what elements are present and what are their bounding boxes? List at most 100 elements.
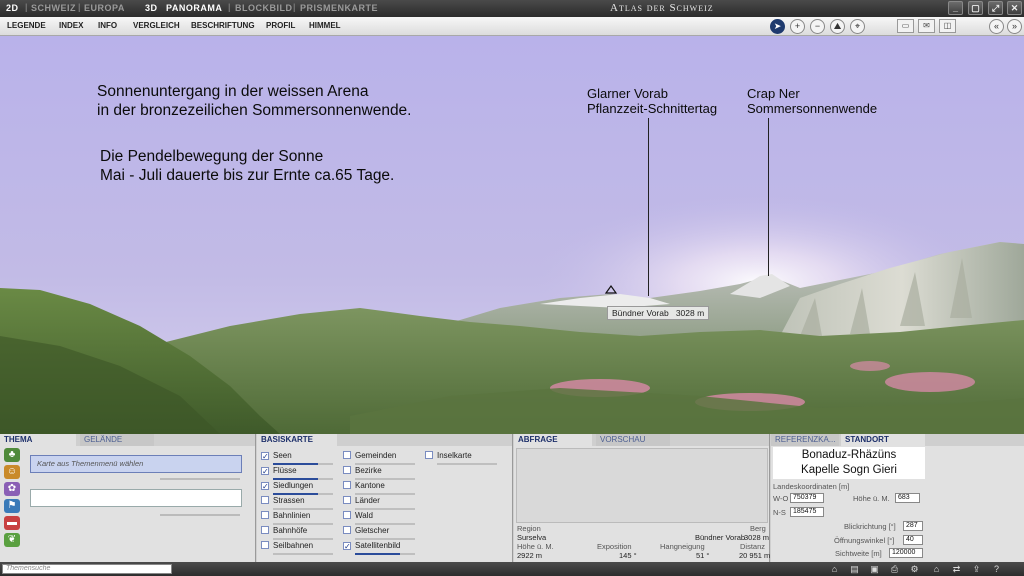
checkbox-icon[interactable] [261, 511, 269, 519]
sichtweite-input[interactable]: 120000 [889, 548, 923, 558]
layer-option[interactable]: Seilbahnen [261, 540, 313, 552]
tab-thema[interactable]: THEMA [0, 434, 76, 446]
layer-option[interactable]: Bahnhöfe [261, 525, 307, 537]
mode-blockbild[interactable]: BLOCKBILD [235, 3, 293, 13]
zoom-out-icon[interactable]: − [810, 19, 825, 34]
theme-map-slot-2[interactable] [30, 489, 242, 507]
tab-referenzkarte[interactable]: REFERENZKA... [771, 434, 839, 446]
layer-option[interactable]: Wald [343, 510, 373, 522]
help-icon[interactable]: ? [990, 563, 1003, 575]
checkbox-icon[interactable] [343, 466, 351, 474]
export-icon[interactable]: ⇪ [970, 563, 983, 575]
back-icon[interactable]: « [989, 19, 1004, 34]
layer-option[interactable]: Bezirke [343, 465, 382, 477]
checkbox-icon[interactable] [261, 526, 269, 534]
terrain-icon[interactable]: ⛰ [830, 19, 845, 34]
theme-slider[interactable] [160, 514, 240, 516]
region-value: Surselva [517, 533, 547, 542]
layout-icon[interactable]: ▭ [897, 19, 914, 33]
menu-beschriftung[interactable]: BESCHRIFTUNG [191, 21, 255, 30]
wo-input[interactable]: 750379 [790, 493, 824, 503]
minimize-icon[interactable]: _ [948, 1, 963, 15]
mode-2d[interactable]: 2D [6, 3, 19, 13]
layer-option[interactable]: Länder [343, 495, 380, 507]
app-title: Atlas der Schweiz [610, 2, 714, 14]
layer-option[interactable]: ✓ Satellitenbild [343, 540, 400, 552]
tab-vorschau[interactable]: VORSCHAU [596, 434, 670, 446]
checkbox-checked-icon[interactable]: ✓ [261, 482, 269, 491]
checkbox-checked-icon[interactable]: ✓ [261, 467, 269, 476]
tab-abfrage[interactable]: ABFRAGE [514, 434, 592, 446]
ns-input[interactable]: 185475 [790, 507, 824, 517]
home-icon[interactable]: ⌂ [828, 563, 841, 575]
nature-icon[interactable]: ♣ [4, 448, 20, 462]
menu-himmel[interactable]: HIMMEL [309, 21, 341, 30]
theme-search-input[interactable]: Themensuche [2, 564, 172, 574]
transport-icon[interactable]: ▬ [4, 516, 20, 530]
checkbox-icon[interactable] [343, 496, 351, 504]
hoehe-label: Höhe ü. M. [853, 494, 890, 503]
layer-option[interactable]: Gemeinden [343, 450, 396, 462]
layer-option[interactable]: ✓ Siedlungen [261, 480, 313, 492]
mode-panorama[interactable]: PANORAMA [166, 3, 222, 13]
layer-option[interactable]: ✓ Flüsse [261, 465, 297, 477]
folder-icon[interactable]: ▤ [848, 563, 861, 575]
close-icon[interactable]: ✕ [1007, 1, 1022, 15]
fullscreen-icon[interactable]: ⤢ [988, 1, 1003, 15]
theme-slider[interactable] [160, 478, 240, 480]
layer-option[interactable]: ✓ Seen [261, 450, 292, 462]
hoehe-input[interactable]: 683 [895, 493, 920, 503]
panorama-viewport[interactable]: Sonnenuntergang in der weissen Arena in … [0, 36, 1024, 434]
forward-icon[interactable]: » [1007, 19, 1022, 34]
oeffnungswinkel-input[interactable]: 40 [903, 535, 923, 545]
overview-icon[interactable]: ⌂ [930, 563, 943, 575]
blickrichtung-input[interactable]: 287 [903, 521, 923, 531]
mail-icon[interactable]: ✉ [918, 19, 935, 33]
split-view-icon[interactable]: ◫ [939, 19, 956, 33]
position-icon[interactable]: ⌖ [850, 19, 865, 34]
economy-icon[interactable]: ✿ [4, 482, 20, 496]
checkbox-checked-icon[interactable]: ✓ [343, 542, 351, 551]
layer-option[interactable]: Inselkarte [425, 450, 472, 462]
checkbox-icon[interactable] [343, 511, 351, 519]
theme-map-select[interactable]: Karte aus Themenmenü wählen [30, 455, 242, 473]
tab-standort[interactable]: STANDORT [841, 434, 925, 446]
print-icon[interactable]: ⎙ [888, 563, 901, 575]
mode-prismenkarte[interactable]: PRISMENKARTE [300, 3, 378, 13]
tab-basiskarte[interactable]: BASISKARTE [257, 434, 337, 446]
zoom-in-icon[interactable]: + [790, 19, 805, 34]
tab-gelaende[interactable]: GELÄNDE [80, 434, 154, 446]
checkbox-icon[interactable] [261, 496, 269, 504]
checkbox-checked-icon[interactable]: ✓ [261, 452, 269, 461]
menu-vergleich[interactable]: VERGLEICH [133, 21, 180, 30]
layer-option-label: Bahnhöfe [273, 526, 308, 535]
society-icon[interactable]: ☺ [4, 465, 20, 479]
settings-icon[interactable]: ⚙ [908, 563, 921, 575]
separator: | [293, 2, 296, 12]
checkbox-icon[interactable] [343, 451, 351, 459]
layer-option[interactable]: Bahnlinien [261, 510, 310, 522]
menu-profil[interactable]: PROFIL [266, 21, 295, 30]
pointer-icon[interactable]: ➤ [770, 19, 785, 34]
menu-legende[interactable]: LEGENDE [7, 21, 46, 30]
checkbox-icon[interactable] [261, 541, 269, 549]
environment-icon[interactable]: ❦ [4, 533, 20, 547]
checkbox-icon[interactable] [425, 451, 433, 459]
swap-icon[interactable]: ⇄ [950, 563, 963, 575]
layer-option[interactable]: Strassen [261, 495, 305, 507]
mode-schweiz[interactable]: SCHWEIZ [31, 3, 76, 13]
layer-option[interactable]: Kantone [343, 480, 385, 492]
mode-3d[interactable]: 3D [145, 3, 158, 13]
menu-info[interactable]: INFO [98, 21, 117, 30]
restore-icon[interactable]: ▢ [968, 1, 983, 15]
layer-opacity-slider[interactable] [437, 463, 497, 465]
state-icon[interactable]: ⚑ [4, 499, 20, 513]
abfrage-panel: ABFRAGE VORSCHAU Region Surselva Berg Bü… [514, 434, 770, 562]
mode-europa[interactable]: EUROPA [84, 3, 125, 13]
menu-index[interactable]: INDEX [59, 21, 83, 30]
save-icon[interactable]: ▣ [868, 563, 881, 575]
checkbox-icon[interactable] [343, 481, 351, 489]
layer-option[interactable]: Gletscher [343, 525, 389, 537]
checkbox-icon[interactable] [343, 526, 351, 534]
layer-opacity-slider[interactable] [273, 553, 333, 555]
